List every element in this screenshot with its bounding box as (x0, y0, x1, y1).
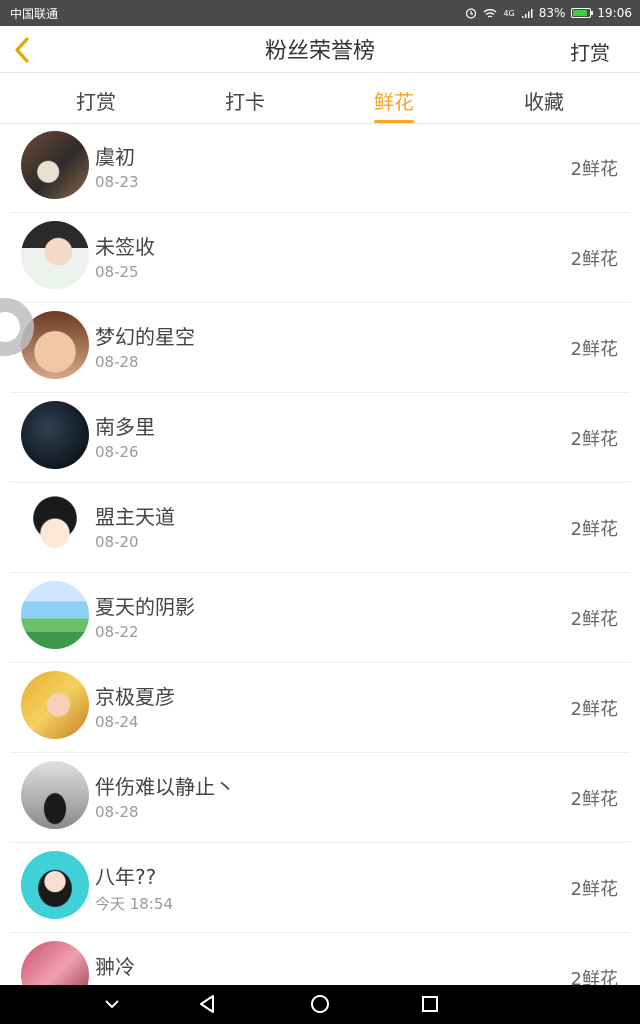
triangle-back-icon[interactable] (196, 993, 220, 1015)
list-item[interactable]: 夏天的阴影 08-22 2鲜花 (10, 573, 630, 663)
chevron-left-icon[interactable] (10, 36, 34, 64)
system-nav-bar (0, 985, 640, 1024)
flower-count: 2鲜花 (570, 339, 618, 360)
avatar (21, 491, 89, 559)
status-icons: 4G 83% 19:06 (465, 6, 632, 20)
gift-date: 08-25 (95, 263, 139, 281)
user-name: 京极夏彦 (95, 685, 175, 709)
user-name: 盟主天道 (95, 505, 175, 529)
user-name: 八年?? (95, 865, 157, 889)
user-name: 未签收 (95, 235, 155, 259)
user-name: 夏天的阴影 (95, 595, 195, 619)
carrier-label: 中国联通 (10, 6, 59, 21)
list-item[interactable]: 八年?? 今天 18:54 2鲜花 (10, 843, 630, 933)
gift-date: 08-20 (95, 533, 139, 551)
battery-percent: 83% (538, 6, 566, 20)
reward-button[interactable]: 打赏 (570, 37, 610, 66)
page-title: 粉丝荣誉榜 (264, 39, 375, 64)
gift-date: 08-24 (95, 713, 139, 731)
gift-date: 08-22 (95, 623, 139, 641)
chevron-down-icon[interactable] (100, 993, 124, 1015)
signal-type-label: 4G (503, 8, 515, 18)
flower-count: 2鲜花 (570, 249, 618, 270)
user-name: 梦幻的星空 (95, 325, 195, 349)
list-item[interactable]: 虞初 08-23 2鲜花 (10, 123, 630, 213)
flower-count: 2鲜花 (570, 789, 618, 810)
wifi-icon (484, 8, 497, 18)
alarm-icon (466, 8, 477, 19)
cell-signal-icon (521, 8, 533, 18)
tab-checkin[interactable]: 打卡 (225, 86, 265, 115)
avatar (21, 851, 89, 919)
list-item[interactable]: 翀冷 2鲜花 (10, 933, 630, 985)
app-header: 粉丝荣誉榜 打赏 (0, 26, 640, 73)
avatar (21, 581, 89, 649)
flower-count: 2鲜花 (570, 609, 618, 630)
flower-count: 2鲜花 (570, 879, 618, 900)
list-item[interactable]: 京极夏彦 08-24 2鲜花 (10, 663, 630, 753)
battery-icon (571, 8, 594, 18)
clock: 19:06 (597, 6, 632, 20)
square-recent-icon[interactable] (418, 993, 442, 1015)
avatar (21, 761, 89, 829)
flower-count: 2鲜花 (570, 699, 618, 720)
list-item[interactable]: 伴伤难以静止丶 08-28 2鲜花 (10, 753, 630, 843)
tab-bar: 打赏 打卡 鲜花 收藏 (0, 74, 640, 124)
circle-home-icon[interactable] (308, 993, 332, 1015)
avatar (21, 131, 89, 199)
user-name: 伴伤难以静止丶 (95, 775, 235, 799)
user-name: 翀冷 (95, 955, 135, 979)
gift-date: 今天 18:54 (95, 895, 173, 913)
tab-collect[interactable]: 收藏 (524, 86, 564, 115)
list-item[interactable]: 南多里 08-26 2鲜花 (10, 393, 630, 483)
avatar (21, 401, 89, 469)
flower-count: 2鲜花 (570, 159, 618, 180)
avatar (21, 671, 89, 739)
tab-flowers[interactable]: 鲜花 (374, 86, 414, 123)
gift-date: 08-26 (95, 443, 139, 461)
avatar (21, 221, 89, 289)
list-item[interactable]: 盟主天道 08-20 2鲜花 (10, 483, 630, 573)
flower-count: 2鲜花 (570, 969, 618, 985)
list-item[interactable]: 梦幻的星空 08-28 2鲜花 (10, 303, 630, 393)
gift-date: 08-23 (95, 173, 139, 191)
list-item[interactable]: 未签收 08-25 2鲜花 (10, 213, 630, 303)
user-name: 南多里 (95, 415, 155, 439)
flower-count: 2鲜花 (570, 429, 618, 450)
tab-reward[interactable]: 打赏 (76, 86, 116, 115)
gift-date: 08-28 (95, 353, 139, 371)
gift-date: 08-28 (95, 803, 139, 821)
user-name: 虞初 (95, 145, 135, 169)
fan-ranking-list: 虞初 08-23 2鲜花 未签收 08-25 2鲜花 梦幻的星空 08-28 2… (0, 123, 640, 985)
avatar (21, 941, 89, 985)
flower-count: 2鲜花 (570, 519, 618, 540)
status-bar: 中国联通 4G 83% 19:06 (0, 0, 640, 26)
